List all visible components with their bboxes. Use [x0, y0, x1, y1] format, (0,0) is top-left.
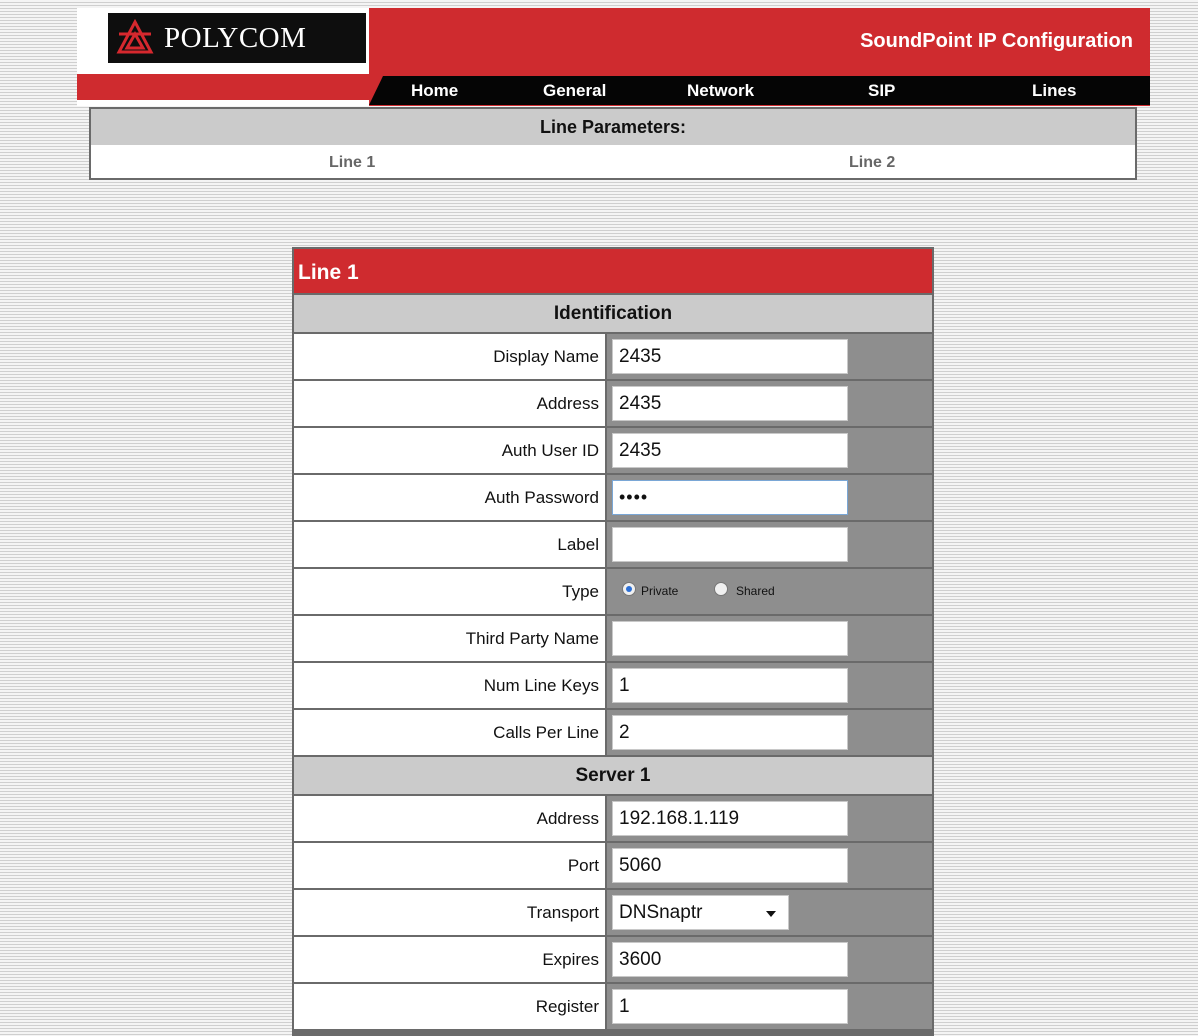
card-title: Line 1	[294, 249, 932, 293]
polycom-triangles-icon	[116, 19, 154, 54]
type-label: Type	[294, 569, 605, 614]
server-port-input[interactable]: 5060	[612, 848, 848, 883]
header-banner: POLYCOM SoundPoint IP Configuration Home…	[77, 8, 1150, 106]
chevron-down-icon	[766, 911, 776, 917]
auth-password-row: Auth Password ••••	[294, 475, 932, 520]
nav-network[interactable]: Network	[687, 81, 754, 101]
calls-per-line-label: Calls Per Line	[294, 710, 605, 755]
auth-user-id-input[interactable]: 2435	[612, 433, 848, 468]
type-shared-radio[interactable]	[714, 582, 728, 596]
label-row: Label	[294, 522, 932, 567]
auth-user-id-row: Auth User ID 2435	[294, 428, 932, 473]
type-shared-label: Shared	[736, 584, 775, 598]
transport-select[interactable]: DNSnaptr	[612, 895, 789, 930]
server-address-row: Address 192.168.1.119	[294, 796, 932, 841]
line-config-card: Line 1 Identification Display Name 2435 …	[292, 247, 934, 1036]
server-port-label: Port	[294, 843, 605, 888]
third-party-name-label: Third Party Name	[294, 616, 605, 661]
line-2-link[interactable]: Line 2	[849, 154, 895, 172]
server-register-row: Register 1	[294, 984, 932, 1029]
nav-lines[interactable]: Lines	[1032, 81, 1076, 101]
nav-bar: Home General Network SIP Lines	[369, 76, 1150, 105]
logo-panel: POLYCOM	[77, 8, 369, 74]
type-private-label: Private	[641, 584, 679, 598]
display-name-input[interactable]: 2435	[612, 339, 848, 374]
server-port-row: Port 5060	[294, 843, 932, 888]
identification-section: Identification	[294, 295, 932, 332]
auth-user-id-label: Auth User ID	[294, 428, 605, 473]
server-address-label: Address	[294, 796, 605, 841]
type-row: Type Private Shared	[294, 569, 932, 614]
calls-per-line-input[interactable]: 2	[612, 715, 848, 750]
type-private-radio[interactable]	[622, 582, 636, 596]
logo-stripe-divider	[77, 100, 369, 106]
polycom-logo: POLYCOM	[108, 13, 366, 63]
server-expires-row: Expires 3600	[294, 937, 932, 982]
nav-home[interactable]: Home	[411, 81, 458, 101]
server-transport-row: Transport DNSnaptr	[294, 890, 932, 935]
server-transport-label: Transport	[294, 890, 605, 935]
address-input[interactable]: 2435	[612, 386, 848, 421]
server-expires-label: Expires	[294, 937, 605, 982]
nav-sip[interactable]: SIP	[868, 81, 895, 101]
line-1-link[interactable]: Line 1	[329, 154, 375, 172]
auth-password-label: Auth Password	[294, 475, 605, 520]
app-title: SoundPoint IP Configuration	[860, 30, 1133, 52]
label-input[interactable]	[612, 527, 848, 562]
server-register-label: Register	[294, 984, 605, 1029]
server-address-input[interactable]: 192.168.1.119	[612, 801, 848, 836]
display-name-row: Display Name 2435	[294, 334, 932, 379]
line-parameters-panel: Line Parameters: Line 1 Line 2	[89, 107, 1137, 180]
address-row: Address 2435	[294, 381, 932, 426]
nav-general[interactable]: General	[543, 81, 606, 101]
server-1-section: Server 1	[294, 757, 932, 794]
auth-password-input[interactable]: ••••	[612, 480, 848, 515]
server-register-input[interactable]: 1	[612, 989, 848, 1024]
num-line-keys-row: Num Line Keys 1	[294, 663, 932, 708]
num-line-keys-input[interactable]: 1	[612, 668, 848, 703]
transport-value: DNSnaptr	[619, 902, 703, 923]
address-label: Address	[294, 381, 605, 426]
label-label: Label	[294, 522, 605, 567]
calls-per-line-row: Calls Per Line 2	[294, 710, 932, 755]
line-parameters-title: Line Parameters:	[91, 109, 1135, 145]
third-party-name-row: Third Party Name	[294, 616, 932, 661]
display-name-label: Display Name	[294, 334, 605, 379]
logo-text: POLYCOM	[164, 21, 307, 54]
logo-stripe	[77, 74, 369, 100]
num-line-keys-label: Num Line Keys	[294, 663, 605, 708]
server-expires-input[interactable]: 3600	[612, 942, 848, 977]
third-party-name-input[interactable]	[612, 621, 848, 656]
